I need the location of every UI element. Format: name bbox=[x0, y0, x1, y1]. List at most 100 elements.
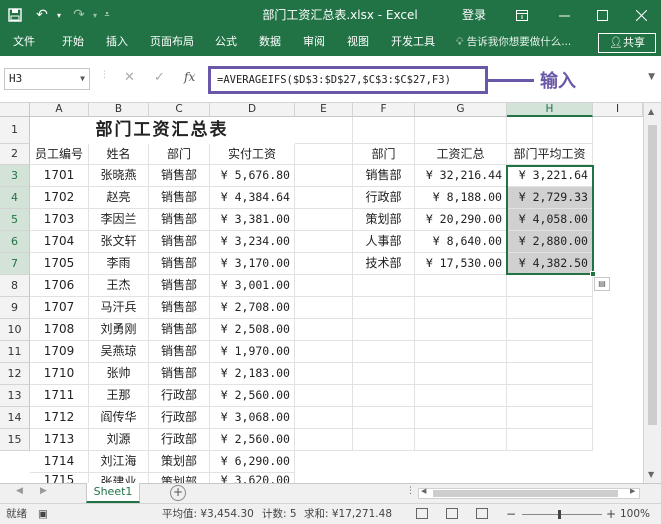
cell[interactable] bbox=[415, 117, 507, 144]
cell[interactable] bbox=[507, 363, 593, 385]
zoom-in-icon[interactable]: + bbox=[606, 504, 616, 524]
cell[interactable] bbox=[415, 275, 507, 297]
column-label[interactable]: 部门 bbox=[149, 144, 210, 165]
add-sheet-icon[interactable]: + bbox=[170, 485, 186, 501]
cell[interactable] bbox=[295, 144, 353, 165]
zoom-slider[interactable] bbox=[522, 514, 602, 515]
employee-cell[interactable]: ¥ 3,381.00 bbox=[210, 209, 295, 231]
employee-cell[interactable]: 1703 bbox=[30, 209, 89, 231]
summary-cell[interactable]: ¥ 8,188.00 bbox=[415, 187, 507, 209]
row-header-9[interactable]: 9 bbox=[0, 297, 30, 319]
summary-column-label[interactable]: 部门 bbox=[353, 144, 415, 165]
employee-cell[interactable]: ¥ 3,234.00 bbox=[210, 231, 295, 253]
cell[interactable] bbox=[507, 385, 593, 407]
scroll-right-icon[interactable]: ▶ bbox=[630, 487, 635, 495]
customize-toolbar-icon[interactable]: ⩡ bbox=[100, 0, 114, 30]
employee-cell[interactable]: 1711 bbox=[30, 385, 89, 407]
employee-cell[interactable]: 销售部 bbox=[149, 253, 210, 275]
column-header-a[interactable]: A bbox=[30, 103, 89, 117]
summary-cell[interactable]: ¥ 32,216.44 bbox=[415, 165, 507, 187]
employee-cell[interactable]: 行政部 bbox=[149, 385, 210, 407]
cell[interactable] bbox=[295, 429, 353, 451]
zoom-out-icon[interactable]: − bbox=[506, 504, 516, 524]
cell[interactable] bbox=[295, 297, 353, 319]
login-link[interactable]: 登录 bbox=[462, 0, 486, 30]
cell[interactable] bbox=[415, 319, 507, 341]
cell[interactable] bbox=[353, 407, 415, 429]
column-header-d[interactable]: D bbox=[210, 103, 295, 117]
cell[interactable] bbox=[507, 319, 593, 341]
tab-insert[interactable]: 插入 bbox=[106, 30, 128, 56]
column-header-h[interactable]: H bbox=[507, 103, 593, 117]
cell[interactable] bbox=[295, 341, 353, 363]
row-header-6[interactable]: 6 bbox=[0, 231, 30, 253]
page-layout-view-icon[interactable] bbox=[446, 508, 458, 519]
row-header-13[interactable]: 13 bbox=[0, 385, 30, 407]
employee-cell[interactable]: 刘江海 bbox=[89, 451, 149, 473]
employee-cell[interactable]: 刘源 bbox=[89, 429, 149, 451]
cell[interactable] bbox=[507, 429, 593, 451]
employee-cell[interactable]: 1706 bbox=[30, 275, 89, 297]
sheet-title[interactable]: 部门工资汇总表 bbox=[30, 117, 294, 143]
summary-cell[interactable]: ¥ 20,290.00 bbox=[415, 209, 507, 231]
summary-cell[interactable]: 技术部 bbox=[353, 253, 415, 275]
employee-cell[interactable]: 李因兰 bbox=[89, 209, 149, 231]
scroll-left-icon[interactable]: ◀ bbox=[421, 487, 426, 495]
tab-formulas[interactable]: 公式 bbox=[215, 30, 237, 56]
row-header-1[interactable]: 1 bbox=[0, 117, 30, 144]
employee-cell[interactable]: 张帅 bbox=[89, 363, 149, 385]
employee-cell[interactable]: 马汗兵 bbox=[89, 297, 149, 319]
row-header-14[interactable]: 14 bbox=[0, 407, 30, 429]
employee-cell[interactable]: 1713 bbox=[30, 429, 89, 451]
employee-cell[interactable]: ¥ 2,508.00 bbox=[210, 319, 295, 341]
cell[interactable] bbox=[295, 165, 353, 187]
employee-cell[interactable]: ¥ 2,560.00 bbox=[210, 385, 295, 407]
average-salary-cell[interactable]: ¥ 4,382.50 bbox=[507, 253, 593, 275]
normal-view-icon[interactable] bbox=[416, 508, 428, 519]
employee-cell[interactable]: 销售部 bbox=[149, 209, 210, 231]
employee-cell[interactable]: ¥ 3,170.00 bbox=[210, 253, 295, 275]
page-break-view-icon[interactable] bbox=[476, 508, 488, 519]
employee-cell[interactable]: 刘勇刚 bbox=[89, 319, 149, 341]
cancel-icon[interactable]: ✕ bbox=[124, 70, 135, 88]
redo-dropdown-icon[interactable]: ▾ bbox=[90, 0, 100, 30]
row-header-12[interactable]: 12 bbox=[0, 363, 30, 385]
employee-cell[interactable]: 1709 bbox=[30, 341, 89, 363]
tab-review[interactable]: 审阅 bbox=[303, 30, 325, 56]
ribbon-display-icon[interactable] bbox=[504, 0, 540, 30]
cell[interactable] bbox=[353, 319, 415, 341]
cell[interactable] bbox=[415, 341, 507, 363]
employee-cell[interactable]: 1712 bbox=[30, 407, 89, 429]
scroll-down-icon[interactable]: ▼ bbox=[648, 470, 654, 479]
row-header-8[interactable]: 8 bbox=[0, 275, 30, 297]
name-box[interactable]: H3 ▼ bbox=[4, 68, 90, 90]
employee-cell[interactable]: 1701 bbox=[30, 165, 89, 187]
cell[interactable] bbox=[295, 275, 353, 297]
summary-column-label[interactable]: 部门平均工资 bbox=[507, 144, 593, 165]
column-label[interactable]: 实付工资 bbox=[210, 144, 295, 165]
column-header-b[interactable]: B bbox=[89, 103, 149, 117]
employee-cell[interactable]: 1708 bbox=[30, 319, 89, 341]
row-header-15[interactable]: 15 bbox=[0, 429, 30, 451]
row-header-11[interactable]: 11 bbox=[0, 341, 30, 363]
cell[interactable] bbox=[415, 297, 507, 319]
cell[interactable] bbox=[295, 231, 353, 253]
summary-column-label[interactable]: 工资汇总 bbox=[415, 144, 507, 165]
sheet-tab-sheet1[interactable]: Sheet1 bbox=[86, 483, 140, 503]
expand-formula-icon[interactable]: ▼ bbox=[648, 72, 655, 82]
save-icon[interactable] bbox=[4, 0, 26, 30]
name-box-dropdown-icon[interactable]: ▼ bbox=[80, 69, 85, 89]
cell[interactable] bbox=[353, 297, 415, 319]
employee-cell[interactable]: 1714 bbox=[30, 451, 89, 473]
next-sheet-icon[interactable]: ▶ bbox=[40, 486, 47, 496]
maximize-icon[interactable] bbox=[584, 0, 620, 30]
column-header-c[interactable]: C bbox=[149, 103, 210, 117]
employee-cell[interactable]: 行政部 bbox=[149, 429, 210, 451]
employee-cell[interactable]: ¥ 3,001.00 bbox=[210, 275, 295, 297]
undo-icon[interactable]: ↶ bbox=[30, 0, 54, 30]
employee-cell[interactable]: 销售部 bbox=[149, 363, 210, 385]
horizontal-scrollbar[interactable] bbox=[418, 488, 640, 499]
column-header-i[interactable]: I bbox=[593, 103, 643, 117]
employee-cell[interactable]: 李雨 bbox=[89, 253, 149, 275]
employee-cell[interactable]: 1705 bbox=[30, 253, 89, 275]
